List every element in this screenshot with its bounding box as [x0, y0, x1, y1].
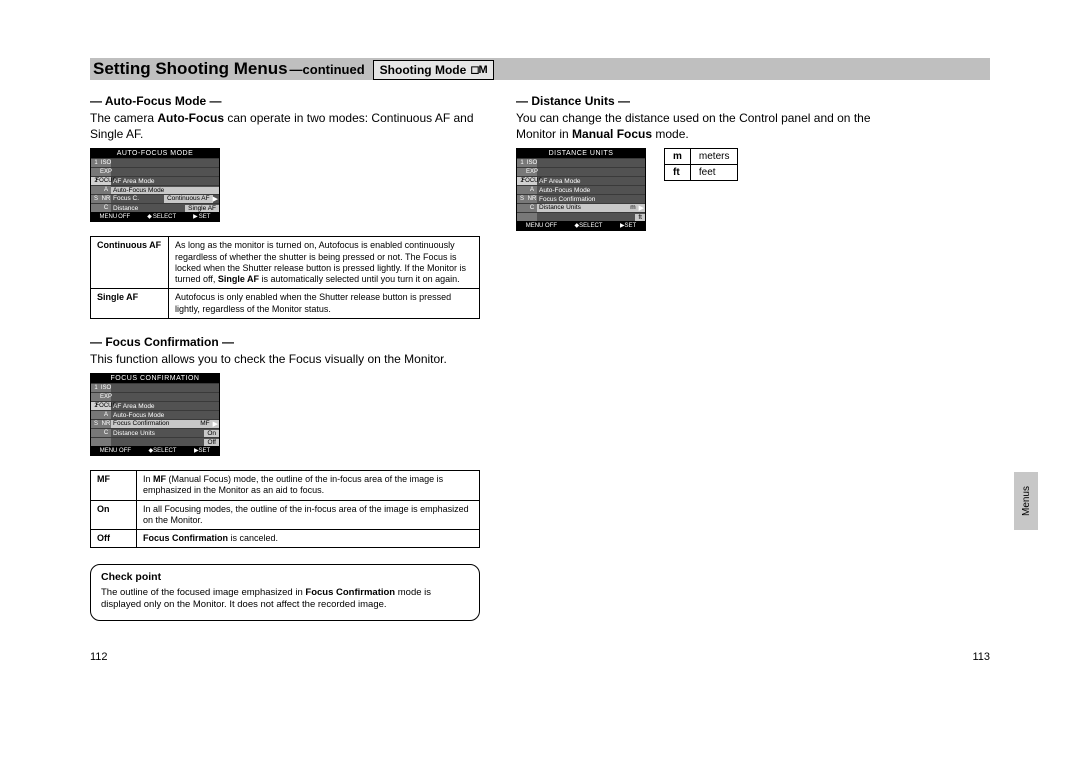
- du-title: — Distance Units —: [516, 94, 906, 108]
- header-title-text: Setting Shooting Menus: [93, 59, 288, 79]
- menu-icon: MENU OFF: [100, 213, 131, 220]
- du-text: You can change the distance used on the …: [516, 110, 906, 142]
- left-column: — Auto-Focus Mode — The camera Auto-Focu…: [90, 94, 480, 621]
- table-key: Single AF: [91, 289, 169, 319]
- lcd-footer: MENU OFF ◆SELECT ▶SET: [91, 212, 219, 221]
- header-continued: —continued: [290, 62, 365, 77]
- set-icon: ▶SET: [193, 213, 210, 220]
- du-lcd: DISTANCE UNITS 1ISO EXP 2FOCUSAF Area Mo…: [516, 148, 646, 231]
- side-tab: Menus: [1014, 472, 1038, 530]
- right-column: — Distance Units — You can change the di…: [516, 94, 906, 621]
- table-value: As long as the monitor is turned on, Aut…: [169, 237, 480, 289]
- side-tab-label: Menus: [1021, 486, 1032, 516]
- distance-row: DISTANCE UNITS 1ISO EXP 2FOCUSAF Area Mo…: [516, 148, 906, 245]
- lcd-title: FOCUS CONFIRMATION: [91, 374, 219, 383]
- page: Setting Shooting Menus —continued Shooti…: [0, 0, 1080, 763]
- table-key: Continuous AF: [91, 237, 169, 289]
- shooting-mode-box: Shooting Mode ◻M: [373, 60, 494, 80]
- fc-title: — Focus Confirmation —: [90, 335, 480, 349]
- table-value: Autofocus is only enabled when the Shutt…: [169, 289, 480, 319]
- select-icon: ◆SELECT: [147, 213, 176, 220]
- checkpoint-title: Check point: [101, 571, 469, 585]
- fc-table: MF In MF (Manual Focus) mode, the outlin…: [90, 470, 480, 548]
- fc-lcd: FOCUS CONFIRMATION 1ISO EXP 2FOCUSAF Are…: [90, 373, 220, 456]
- page-number-left: 112: [90, 651, 108, 663]
- af-mode-text: The camera Auto-Focus can operate in two…: [90, 110, 480, 142]
- units-table: mmeters ftfeet: [664, 148, 738, 181]
- af-mode-table: Continuous AF As long as the monitor is …: [90, 236, 480, 319]
- checkpoint-box: Check point The outline of the focused i…: [90, 564, 480, 620]
- lcd-title: DISTANCE UNITS: [517, 149, 645, 158]
- af-mode-lcd: AUTO-FOCUS MODE 1ISO EXP 2FOCUSAF Area M…: [90, 148, 220, 222]
- lcd-footer: MENU OFF◆SELECT▶SET: [91, 446, 219, 455]
- camera-icon: ◻M: [470, 63, 486, 76]
- header-bar: Setting Shooting Menus —continued Shooti…: [90, 58, 990, 80]
- page-number-right: 113: [972, 651, 990, 663]
- content-columns: — Auto-Focus Mode — The camera Auto-Focu…: [90, 94, 990, 621]
- shooting-mode-label: Shooting Mode: [380, 63, 467, 77]
- header-title: Setting Shooting Menus —continued Shooti…: [93, 59, 494, 80]
- lcd-title: AUTO-FOCUS MODE: [91, 149, 219, 158]
- checkpoint-text: The outline of the focused image emphasi…: [101, 587, 469, 612]
- fc-text: This function allows you to check the Fo…: [90, 351, 480, 367]
- af-mode-title: — Auto-Focus Mode —: [90, 94, 480, 108]
